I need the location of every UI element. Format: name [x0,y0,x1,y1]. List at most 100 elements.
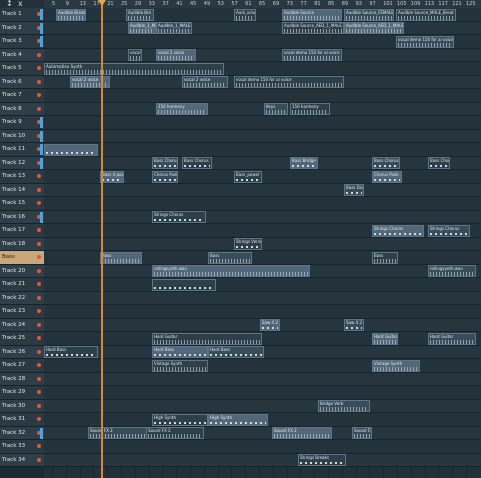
track-header[interactable]: Track 30 [0,399,44,413]
track-header[interactable]: Track 25 [0,332,44,346]
track-lane[interactable] [44,332,481,346]
track-header[interactable]: Track 20 [0,264,44,278]
mute-toggle-icon[interactable] [37,322,41,327]
track-header[interactable]: Track 18 [0,237,44,251]
tool-icon[interactable]: ↕ [6,0,13,8]
audio-clip[interactable]: vocal demo 150 for ai voice [234,76,344,88]
playhead-marker-icon[interactable] [98,0,106,6]
track-lane[interactable] [44,305,481,319]
track-header[interactable]: Track 12 [0,156,44,170]
track-lane[interactable] [44,453,481,467]
pattern-clip[interactable]: High Synth [208,413,268,426]
track-header[interactable]: Track 31 [0,413,44,427]
track-lane[interactable] [44,399,481,413]
track-header[interactable]: Track 26 [0,345,44,359]
audio-clip[interactable]: vocal 1 [128,49,142,61]
audio-clip[interactable]: Sound FX 2 [272,427,332,439]
mute-toggle-icon[interactable] [37,309,41,313]
track-header[interactable]: Track 21 [0,278,44,292]
track-header[interactable]: Track 33 [0,440,44,454]
track-header[interactable]: Track 1 [0,8,44,22]
pattern-clip[interactable]: Hard Bass [44,346,98,358]
track-header[interactable]: Track 6 [0,75,44,89]
track-header[interactable]: Track 28 [0,372,44,386]
track-header[interactable]: Track 3 [0,35,44,49]
mute-toggle-icon[interactable] [37,93,41,97]
audio-clip[interactable]: Vintage Synth [152,359,208,372]
audio-clip[interactable]: Vintage Synth [372,359,420,372]
audio-clip[interactable]: Audible_1_MALE [156,22,192,34]
mute-toggle-icon[interactable] [37,174,41,178]
audio-clip[interactable]: Sound FX 2 [146,427,204,439]
pattern-clip[interactable]: Strings Chorus [152,211,206,223]
track-header[interactable]: Track 24 [0,318,44,332]
audio-clip[interactable]: 150 harmony [156,103,208,115]
track-lane[interactable] [44,156,481,170]
audio-clip[interactable]: vocal demo 150 for ai voice [282,49,342,61]
mute-toggle-icon[interactable] [37,444,41,448]
mute-toggle-icon[interactable] [37,417,41,421]
track-header[interactable]: Track 13 [0,170,44,184]
track-header[interactable]: Track 10 [0,129,44,143]
mute-toggle-icon[interactable] [37,336,41,340]
track-lane[interactable] [44,89,481,103]
track-header[interactable]: Track 34 [0,453,44,467]
track-header[interactable]: Track 29 [0,386,44,400]
audio-clip[interactable]: Hard Guitar [428,332,476,345]
audio-clip[interactable]: Bass [100,251,142,264]
track-lane[interactable] [44,291,481,305]
audio-clip[interactable]: Audible Bre [126,8,154,21]
pattern-clip[interactable]: Strings Breaks [298,454,346,466]
playlist-lanes[interactable]: Audible Breath Audible Bre Audi_volu Audibl… [44,8,481,478]
track-header[interactable]: Track 7 [0,89,44,103]
audio-clip[interactable]: vocal demo 150 for ai voice [396,35,454,48]
track-header[interactable]: Track 14 [0,183,44,197]
track-header[interactable]: Track 2 [0,21,44,35]
track-header[interactable]: Track 5 [0,62,44,76]
mute-toggle-icon[interactable] [37,79,41,84]
track-header[interactable]: Track 17 [0,224,44,238]
track-lane[interactable] [44,143,481,157]
audio-clip[interactable]: Audible Source_MALE_Breat [396,8,456,21]
mute-toggle-icon[interactable] [37,255,41,259]
mute-toggle-icon[interactable] [37,403,41,408]
audio-clip[interactable]: Keys [264,103,288,115]
track-header[interactable]: Track 11 [0,143,44,157]
pattern-clip[interactable]: Bass Chorus [428,157,450,169]
track-lane[interactable] [44,386,481,400]
audio-clip[interactable]: vocal 2 voice [156,49,196,61]
audio-clip[interactable]: Audible_1_MALE [128,22,156,34]
track-lane[interactable] [44,278,481,292]
pattern-clip[interactable]: Bass 4 power [100,170,124,183]
audio-clip[interactable]: Audible Breath [56,8,86,21]
pattern-clip[interactable]: Strings Verse [234,238,262,250]
mute-toggle-icon[interactable] [37,376,41,381]
track-lane[interactable] [44,440,481,454]
track-header[interactable]: Track 8 [0,102,44,116]
close-icon[interactable]: x [18,0,23,8]
mute-toggle-icon[interactable] [37,187,41,192]
track-lane[interactable] [44,21,481,35]
mute-toggle-icon[interactable] [37,106,41,111]
track-lane[interactable] [44,372,481,386]
track-lane[interactable] [44,102,481,116]
pattern-clip[interactable]: Strings Chorus [428,224,470,237]
audio-clip[interactable]: vocal 2 voice [70,76,110,88]
pattern-clip[interactable]: Bass Bridge [290,157,318,169]
mute-toggle-icon[interactable] [37,201,41,205]
mute-toggle-icon[interactable] [37,241,41,246]
track-header[interactable]: Track 23 [0,305,44,319]
pattern-clip[interactable]: High Synth [152,413,208,426]
mute-toggle-icon[interactable] [37,268,41,273]
track-header[interactable]: Track 16 [0,210,44,224]
audio-clip[interactable]: Audi_volu [234,8,256,21]
track-header[interactable]: Track 4 [0,48,44,62]
pattern-clip[interactable]: Chorus Pads [152,170,178,183]
pattern-clip[interactable]: Saw 4 2 [260,319,280,331]
track-lane[interactable] [44,237,481,251]
audio-clip[interactable]: Bass [372,251,398,264]
pattern-clip[interactable]: Hard Bass [152,346,208,358]
audio-clip[interactable]: Sound FX 2 [352,427,372,439]
audio-clip[interactable]: Automation Synth [44,62,224,75]
track-header[interactable]: Track 22 [0,291,44,305]
